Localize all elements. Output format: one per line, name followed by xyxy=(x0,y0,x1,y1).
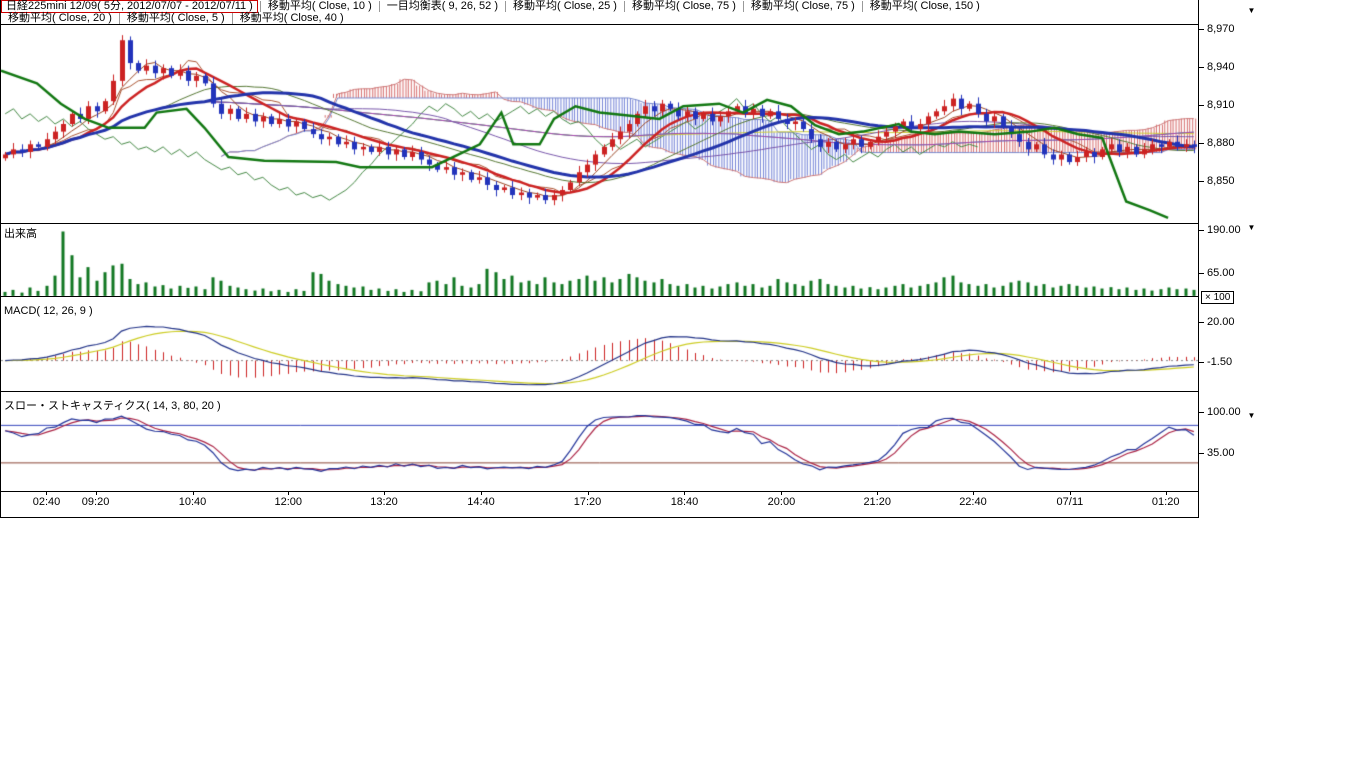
indicator-label[interactable]: 移動平均( Close, 150 ) xyxy=(862,1,987,12)
time-axis-label: 09:20 xyxy=(82,496,110,508)
stochastics-axis-label: 100.00 xyxy=(1207,406,1241,418)
indicator-header-row2: 移動平均( Close, 20 )移動平均( Close, 5 )移動平均( C… xyxy=(1,12,1198,24)
indicator-label[interactable]: 一目均衡表( 9, 26, 52 ) xyxy=(379,1,505,12)
time-axis-label: 12:00 xyxy=(275,496,303,508)
price-axis-tick xyxy=(1199,143,1204,144)
time-axis-tick xyxy=(973,492,974,495)
indicator-label[interactable]: 移動平均( Close, 10 ) xyxy=(260,1,379,12)
time-axis-tick xyxy=(877,492,878,495)
macd-axis-label: 20.00 xyxy=(1207,316,1235,328)
panel-scroll-button-icon[interactable]: ▼ xyxy=(1246,410,1257,421)
macd-panel-label: MACD( 12, 26, 9 ) xyxy=(4,305,93,317)
time-axis-label: 10:40 xyxy=(179,496,207,508)
indicator-header: 日経225mini 12/09( 5分, 2012/07/07 - 2012/0… xyxy=(1,0,1198,24)
time-axis-label: 02:40 xyxy=(33,496,61,508)
time-axis-label: 18:40 xyxy=(671,496,699,508)
chart-canvas[interactable] xyxy=(1,25,1198,491)
price-axis-tick xyxy=(1199,67,1204,68)
volume-unit-badge: × 100 xyxy=(1201,291,1234,304)
macd-axis-label: -1.50 xyxy=(1207,356,1232,368)
indicator-label[interactable]: 移動平均( Close, 75 ) xyxy=(743,1,862,12)
volume-axis-label: 65.00 xyxy=(1207,267,1235,279)
instrument-label[interactable]: 日経225mini 12/09( 5分, 2012/07/07 - 2012/0… xyxy=(1,0,258,13)
screen: 日経225mini 12/09( 5分, 2012/07/07 - 2012/0… xyxy=(0,0,1366,768)
time-axis-label: 17:20 xyxy=(574,496,602,508)
time-axis-label: 13:20 xyxy=(370,496,398,508)
time-axis-label: 22:40 xyxy=(959,496,987,508)
time-axis-label: 21:20 xyxy=(863,496,891,508)
volume-axis-tick xyxy=(1199,230,1204,231)
panel-separator xyxy=(1,296,1198,297)
time-axis-tick xyxy=(588,492,589,495)
time-axis-tick xyxy=(384,492,385,495)
price-axis-label: 8,940 xyxy=(1207,61,1235,73)
indicator-label[interactable]: 移動平均( Close, 20 ) xyxy=(1,13,119,24)
price-axis-label: 8,910 xyxy=(1207,99,1235,111)
indicator-header-row1: 日経225mini 12/09( 5分, 2012/07/07 - 2012/0… xyxy=(1,0,1198,12)
stochastics-axis-label: 35.00 xyxy=(1207,447,1235,459)
time-axis-label: 01:20 xyxy=(1152,496,1180,508)
value-axis-column: × 100 ▼ ▼ ▼ 8,970 8,940 8,910 8,880 8,850 190… xyxy=(1198,0,1261,518)
panel-separator xyxy=(1,223,1198,224)
price-axis-label: 8,970 xyxy=(1207,23,1235,35)
volume-axis-tick xyxy=(1199,273,1204,274)
time-axis: 02:40 09:20 10:40 12:00 13:20 14:40 17:20 18:40… xyxy=(1,491,1198,518)
time-axis-tick xyxy=(481,492,482,495)
panel-separator xyxy=(1,391,1198,392)
chart-application: 日経225mini 12/09( 5分, 2012/07/07 - 2012/0… xyxy=(0,0,1261,518)
time-axis-tick xyxy=(1070,492,1071,495)
stochastics-axis-tick xyxy=(1199,412,1204,413)
plot-area: 出来高 MACD( 12, 26, 9 ) スロー・ストキャスティクス( 14,… xyxy=(1,24,1198,491)
time-axis-tick xyxy=(1166,492,1167,495)
macd-axis-tick xyxy=(1199,362,1204,363)
time-axis-label: 20:00 xyxy=(768,496,796,508)
time-axis-tick xyxy=(96,492,97,495)
macd-axis-tick xyxy=(1199,322,1204,323)
price-axis-label: 8,880 xyxy=(1207,137,1235,149)
indicator-label[interactable]: 移動平均( Close, 5 ) xyxy=(119,13,232,24)
time-axis-tick xyxy=(288,492,289,495)
stochastics-axis-tick xyxy=(1199,453,1204,454)
indicator-label[interactable]: 移動平均( Close, 75 ) xyxy=(624,1,743,12)
indicator-label[interactable]: 移動平均( Close, 25 ) xyxy=(505,1,624,12)
price-axis-tick xyxy=(1199,181,1204,182)
time-axis-label: 14:40 xyxy=(467,496,495,508)
panel-scroll-button-icon[interactable]: ▼ xyxy=(1246,222,1257,233)
volume-axis-label: 190.00 xyxy=(1207,224,1241,236)
volume-panel-label: 出来高 xyxy=(4,225,37,241)
time-axis-tick xyxy=(684,492,685,495)
price-axis-tick xyxy=(1199,29,1204,30)
time-axis-tick xyxy=(193,492,194,495)
time-axis-tick xyxy=(781,492,782,495)
indicator-label[interactable]: 移動平均( Close, 40 ) xyxy=(232,13,351,24)
price-axis-tick xyxy=(1199,105,1204,106)
time-axis-label: 07/11 xyxy=(1057,496,1084,508)
price-axis-label: 8,850 xyxy=(1207,175,1235,187)
panel-scroll-button-icon[interactable]: ▼ xyxy=(1246,5,1257,16)
stochastics-panel-label: スロー・ストキャスティクス( 14, 3, 80, 20 ) xyxy=(4,397,221,413)
time-axis-tick xyxy=(46,492,47,495)
chart-left-column: 日経225mini 12/09( 5分, 2012/07/07 - 2012/0… xyxy=(0,0,1198,518)
